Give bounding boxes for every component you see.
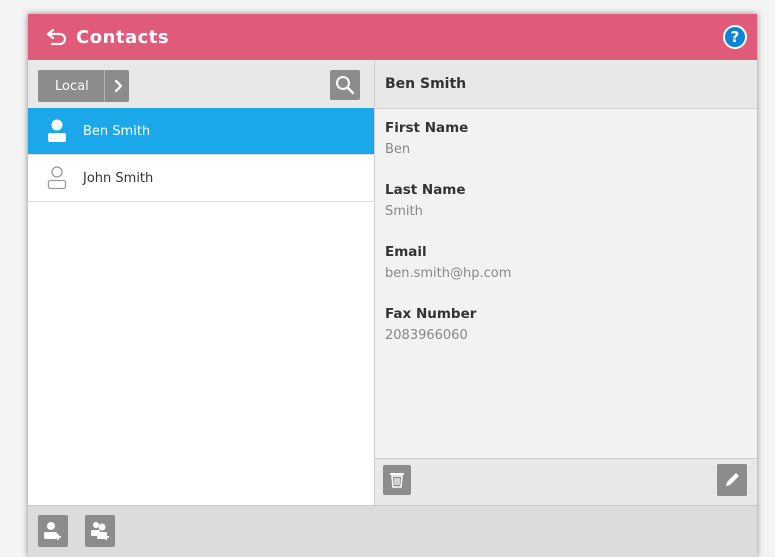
field-label: Fax Number <box>385 306 477 322</box>
divider <box>104 70 105 102</box>
person-icon <box>47 166 67 190</box>
field-value: Ben <box>385 142 411 157</box>
source-label: Local <box>55 78 89 94</box>
add-group-button[interactable] <box>85 515 115 547</box>
page-title: Contacts <box>76 26 170 48</box>
contact-item-ben-smith[interactable]: Ben Smith <box>28 108 374 155</box>
pencil-icon <box>726 473 739 486</box>
field-label: Last Name <box>385 182 466 198</box>
field-label: Email <box>385 244 427 260</box>
back-arrow-icon <box>46 28 67 46</box>
field-value: Smith <box>385 204 423 219</box>
delete-contact-button[interactable] <box>383 465 411 495</box>
source-selector-button[interactable]: Local <box>38 70 129 102</box>
help-icon: ? <box>730 28 740 46</box>
add-contact-button[interactable] <box>38 515 68 547</box>
field-first-name: First Name Ben <box>385 120 511 182</box>
trash-icon <box>390 473 404 488</box>
contact-name: John Smith <box>83 170 154 186</box>
contact-detail-pane: Ben Smith First Name Ben Last Name Smith… <box>375 60 757 506</box>
contact-list: Ben Smith John Smith <box>28 108 374 202</box>
edit-contact-button[interactable] <box>717 464 747 496</box>
person-icon <box>48 119 66 142</box>
chevron-right-icon <box>114 79 123 93</box>
field-value: 2083966060 <box>385 328 468 343</box>
field-value: ben.smith@hp.com <box>385 266 512 281</box>
search-button[interactable] <box>330 70 360 100</box>
field-last-name: Last Name Smith <box>385 182 511 244</box>
detail-footer <box>375 458 757 506</box>
contact-name: Ben Smith <box>83 123 151 139</box>
field-email: Email ben.smith@hp.com <box>385 244 511 306</box>
app-header: Contacts ? <box>28 14 757 60</box>
field-fax-number: Fax Number 2083966060 <box>385 306 511 368</box>
contact-list-pane: Local Ben Smith John Smith <box>28 60 375 505</box>
add-contact-icon <box>44 522 61 540</box>
contact-list-toolbar: Local <box>28 60 374 108</box>
bottom-action-bar <box>28 505 757 557</box>
detail-header: Ben Smith <box>375 60 757 109</box>
back-button[interactable] <box>42 22 72 52</box>
help-button[interactable]: ? <box>723 25 747 49</box>
add-group-icon <box>91 522 109 540</box>
contact-item-john-smith[interactable]: John Smith <box>28 155 374 202</box>
detail-fields: First Name Ben Last Name Smith Email ben… <box>385 120 511 368</box>
search-icon <box>336 76 355 95</box>
detail-contact-name: Ben Smith <box>385 76 467 92</box>
contacts-screen: Contacts ? Local Ben Smith John Smith Be… <box>28 14 757 557</box>
field-label: First Name <box>385 120 469 136</box>
